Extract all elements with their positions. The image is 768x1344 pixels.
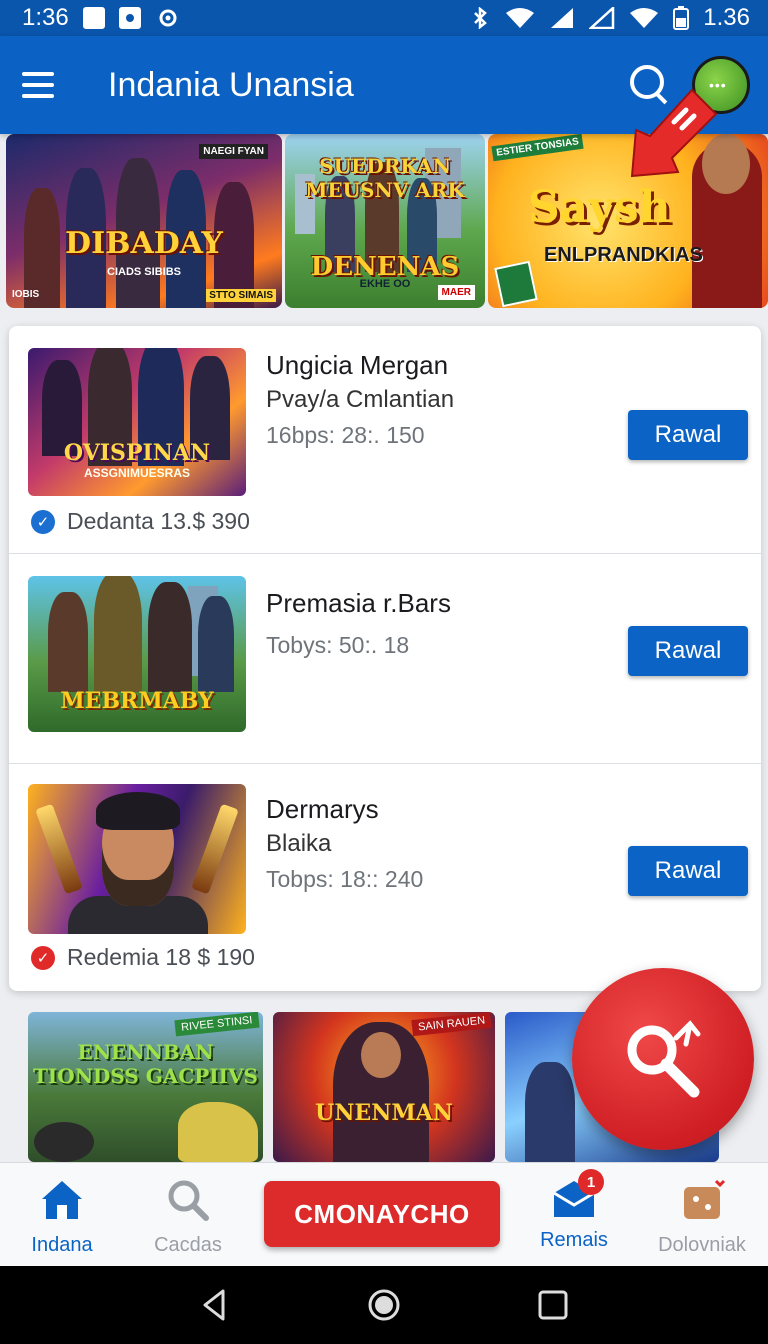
nav-mail[interactable]: 1 Remais [532,1169,616,1252]
status-time: 1:36 [22,4,69,31]
banner-tile-2[interactable]: SUEDRKAN MEUSNV ARK DENENAS EKHE OO MAER [285,134,485,308]
item-subtitle: Pvay/a Cmlantian [266,386,455,413]
nav-search[interactable]: Cacdas [146,1177,230,1257]
list-thumbnail[interactable]: MEBRMABY [28,576,246,732]
banner-3-corner: ESTIER TONSIAS [491,134,584,162]
item-subtitle: Blaika [266,830,332,857]
menu-icon[interactable] [22,60,72,110]
weapon-icon [35,803,83,895]
back-icon[interactable] [195,1285,235,1325]
search-icon [168,1180,209,1221]
item-badge: ✓ Dedanta 13.$ 390 [31,508,250,535]
recents-icon[interactable] [533,1285,573,1325]
list-item[interactable]: MEBRMABY Premasia r.Bars Tobys: 50:. 18 … [9,554,761,764]
weapon-icon [191,803,239,895]
card-icon [494,260,538,308]
thumb-subtitle: ASSGNIMUESRAS [83,466,190,480]
signal-icon-2 [589,7,615,29]
item-title: Ungicia Mergan [266,350,449,380]
more-title: ENENNBAN TIONDSS GACPIIVS [33,1040,258,1088]
signal-icon [551,8,574,28]
notification-badge: 1 [578,1169,604,1195]
banner-1-tag: IOBIS [12,289,40,300]
status-bar: 1:36 1.36 [0,0,768,36]
camera-icon [118,7,141,29]
search-fab[interactable] [572,968,754,1150]
banner-tile-1[interactable]: NAEGI FYAN DIBADAY CIADS SIBIBS IOBIS ST… [6,134,282,308]
notification-icon [82,7,105,29]
banner-1-tag2: STTO SIMAIS [206,289,276,302]
rawal-button[interactable]: Rawal [628,410,748,460]
check-icon: ✓ [31,945,55,970]
item-badge: ✓ Redemia 18 $ 190 [31,944,255,971]
app-title: Indania Unansia [108,65,354,104]
screen: 1:36 1.36 Indania Unansia ••• NAEGI FYAN… [0,0,768,1344]
nav-search-label: Cacdas [154,1234,222,1256]
more-tile-2[interactable]: SAIN RAUEN UNENMAN [273,1012,495,1162]
status-left: 1:36 [22,4,181,32]
cta-button[interactable]: CMONAYCHO [264,1181,500,1247]
thumb-title: MEBRMABY [60,688,214,714]
bluetooth-icon [474,7,488,29]
banner-3-sub: ENLPRANDKIAS [544,244,703,266]
item-title: Dermarys [266,794,379,824]
nav-mail-label: Remais [540,1229,608,1251]
rawal-button[interactable]: Rawal [628,846,748,896]
list-thumbnail[interactable]: OVISPINAN ASSGNIMUESRAS [28,348,246,496]
badge-text: Dedanta 13.$ 390 [67,508,250,534]
box-icon [684,1179,726,1219]
badge-text: Redemia 18 $ 190 [67,944,255,970]
item-meta: 16bps: 28:. 150 [266,422,425,448]
more-title: UNENMAN [315,1100,453,1126]
status-right: 1.36 [469,4,750,32]
nav-home-label: Indana [31,1234,93,1256]
settings-icon [159,9,177,27]
banner-3-title: Saysh [528,182,671,233]
mail-icon: 1 [550,1169,604,1223]
list-item[interactable]: OVISPINAN ASSGNIMUESRAS Ungicia Mergan P… [9,326,761,554]
home-circle-icon[interactable] [364,1285,404,1325]
item-title: Premasia r.Bars [266,588,451,618]
list-item[interactable]: Dermarys Blaika Tobps: 18:: 240 Rawal ✓ … [9,764,761,991]
search-icon [627,1020,701,1098]
nav-dolovniak-label: Dolovniak [658,1234,746,1256]
banner-2-title-top: SUEDRKAN MEUSNV ARK [305,154,465,202]
banner-1-corner: NAEGI FYAN [199,144,268,159]
ribbon-label: SAIN RAUEN [411,1012,492,1037]
banner-2-corner: MAER [437,285,475,300]
rawal-button[interactable]: Rawal [628,626,748,676]
more-tile-1[interactable]: RIVEE STINSI ENENNBAN TIONDSS GACPIIVS [28,1012,263,1162]
home-icon [42,1181,82,1219]
battery-icon [673,6,690,30]
wifi-icon [506,8,535,28]
nav-dolovniak[interactable]: Dolovniak [652,1177,752,1257]
battery-text: 1.36 [703,4,750,31]
nav-home[interactable]: Indana [22,1177,102,1257]
list-thumbnail[interactable] [28,784,246,934]
system-nav [0,1266,768,1344]
banner-1-sub: CIADS SIBIBS [107,266,181,278]
banner-1-title: DIBADAY [65,226,223,261]
bottom-nav: Indana Cacdas CMONAYCHO 1 Remais Dolovni… [0,1162,768,1266]
ribbon-label: RIVEE STINSI [174,1012,260,1037]
pointer-arrow-icon [630,88,718,178]
item-meta: Tobps: 18:: 240 [266,866,424,892]
thumb-title: OVISPINAN [63,440,211,466]
check-icon: ✓ [31,509,55,534]
item-meta: Tobys: 50:. 18 [266,632,410,658]
game-list: OVISPINAN ASSGNIMUESRAS Ungicia Mergan P… [9,326,761,991]
wifi-icon-2 [630,8,659,28]
